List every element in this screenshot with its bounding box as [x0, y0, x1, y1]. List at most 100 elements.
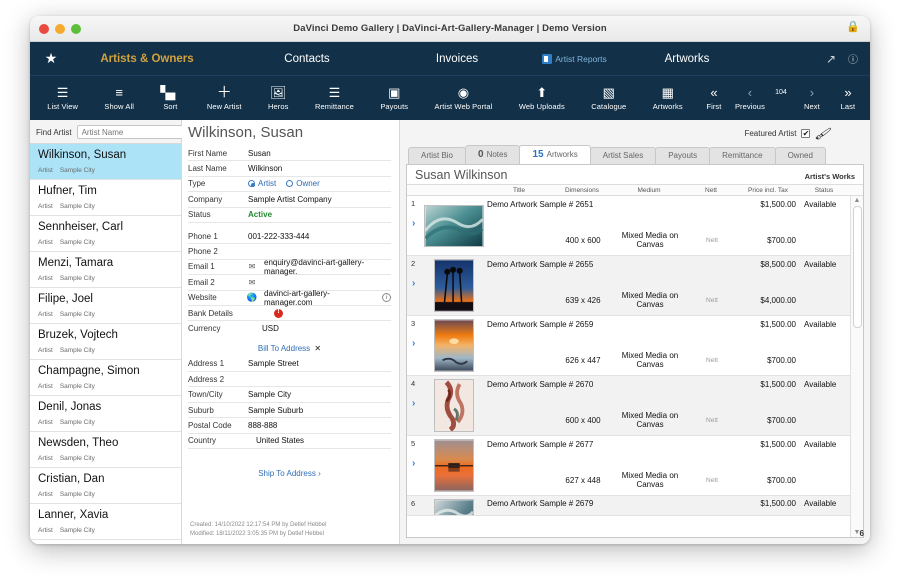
expand-row-chevron-icon[interactable]: › [412, 218, 415, 229]
close-icon[interactable]: ✕ [314, 344, 321, 353]
search-input[interactable] [77, 125, 197, 139]
toolbar-button-web-uploads[interactable]: ⬆ Web Uploads [506, 85, 578, 111]
list-item[interactable]: Lanner, Xavia Artist Sample City [30, 504, 181, 540]
nav-item-artist-reports[interactable]: Artist Reports [522, 54, 627, 64]
tab-payouts[interactable]: Payouts [655, 147, 710, 164]
info-icon[interactable]: i [382, 293, 391, 302]
field-status[interactable]: Status Active [188, 208, 391, 223]
toolbar-button-payouts[interactable]: ▣ Payouts [367, 85, 421, 111]
table-row[interactable]: 6 [407, 496, 850, 516]
list-item[interactable]: Denil, Jonas Artist Sample City [30, 396, 181, 432]
toolbar-label: Payouts [380, 102, 408, 111]
expand-row-chevron-icon[interactable]: › [412, 398, 415, 409]
field-town-city[interactable]: Town/City Sample City [188, 387, 391, 402]
artwork-thumbnail[interactable] [423, 196, 485, 255]
toolbar-button-new-artist[interactable]: ＋ New Artist [194, 85, 255, 111]
star-icon[interactable]: ★ [30, 50, 72, 67]
field-country[interactable]: Country United States [188, 434, 391, 449]
list-item[interactable]: Menzi, Tamara Artist Sample City [30, 252, 181, 288]
field-bank-details[interactable]: Bank Details [188, 306, 391, 321]
toolbar-button-list-view[interactable]: ☰ List View [34, 85, 91, 111]
envelope-icon[interactable]: ✉ [244, 278, 260, 287]
field-postal-code[interactable]: Postal Code 888-888 [188, 418, 391, 433]
list-item[interactable]: Wilkinson, Susan Artist Sample City [30, 144, 181, 180]
list-item[interactable]: Champagne, Simon Artist Sample City [30, 360, 181, 396]
expand-arrows-icon[interactable]: ↗ [826, 52, 836, 66]
artist-list[interactable]: Wilkinson, Susan Artist Sample City Hufn… [30, 143, 181, 544]
nav-item-invoices[interactable]: Invoices [392, 53, 522, 65]
field-suburb[interactable]: Suburb Sample Suburb [188, 403, 391, 418]
field-last-name[interactable]: Last Name Wilkinson [188, 161, 391, 176]
list-item[interactable]: Library, Mcgill [30, 540, 181, 544]
expand-row-chevron-icon[interactable]: › [412, 458, 415, 469]
panel-subtitle: Artist's Works [805, 172, 855, 181]
tab-owned[interactable]: Owned [775, 147, 826, 164]
artwork-thumbnail[interactable] [423, 316, 485, 375]
field-first-name[interactable]: First Name Susan [188, 146, 391, 161]
tab-notes[interactable]: 0 Notes [465, 145, 520, 164]
tab-artist-sales[interactable]: Artist Sales [590, 147, 656, 164]
table-row[interactable]: 4 › [407, 376, 850, 436]
field-address-1[interactable]: Address 1 Sample Street [188, 357, 391, 372]
nav-item-contacts[interactable]: Contacts [222, 53, 392, 65]
artist-role: Artist [38, 239, 53, 246]
tab-artworks[interactable]: 15 Artworks [519, 145, 590, 164]
field-company[interactable]: Company Sample Artist Company [188, 192, 391, 207]
field-label: Company [188, 195, 244, 204]
featured-artist-checkbox[interactable]: ✔ [801, 129, 810, 138]
radio-artist[interactable]: Artist [248, 179, 276, 188]
list-item[interactable]: Cristian, Dan Artist Sample City [30, 468, 181, 504]
list-item[interactable]: Sennheiser, Carl Artist Sample City [30, 216, 181, 252]
expand-row-chevron-icon[interactable]: › [412, 278, 415, 289]
table-row[interactable]: 2 › [407, 256, 850, 316]
nav-item-artworks[interactable]: Artworks [627, 53, 747, 65]
expand-row-chevron-icon[interactable]: › [412, 338, 415, 349]
artwork-thumbnail[interactable] [423, 436, 485, 495]
field-currency[interactable]: Currency USD [188, 321, 391, 336]
nav-item-artists-owners[interactable]: Artists & Owners [72, 53, 222, 65]
radio-owner[interactable]: Owner [286, 179, 320, 188]
vertical-scrollbar[interactable]: ▲ ▼ [850, 196, 863, 537]
field-email-1[interactable]: Email 1 ✉ enquiry@davinci-art-gallery-ma… [188, 260, 391, 275]
field-phone-1[interactable]: Phone 1 001-222-333-444 [188, 229, 391, 244]
table-row[interactable]: 3 › [407, 316, 850, 376]
list-item[interactable]: Hufner, Tim Artist Sample City [30, 180, 181, 216]
artwork-thumbnail[interactable] [423, 256, 485, 315]
ship-to-address-link[interactable]: Ship To Address › [188, 449, 391, 482]
field-type[interactable]: Type Artist Owner [188, 177, 391, 192]
pager-first-button[interactable]: « First [696, 85, 732, 111]
table-row[interactable]: 5 › [407, 436, 850, 496]
pager-previous-button[interactable]: ‹ Previous [732, 85, 768, 111]
toolbar-button-sort[interactable]: ▚▖ Sort [147, 85, 193, 111]
toolbar-button-catalogue[interactable]: ▧ Catalogue [578, 85, 640, 111]
field-address-2[interactable]: Address 2 [188, 372, 391, 387]
pager-last-button[interactable]: » Last [830, 85, 866, 111]
info-icon[interactable]: ⓘ [848, 51, 858, 66]
bill-to-address-link[interactable]: Bill To Address ✕ [188, 337, 391, 357]
table-row[interactable]: 1 › [407, 196, 850, 256]
artwork-thumbnail[interactable] [423, 496, 485, 515]
scrollbar-track[interactable] [851, 204, 864, 529]
toolbar-button-remittance[interactable]: ☰ Remittance [302, 85, 367, 111]
toolbar-button-artist-web-portal[interactable]: ◉ Artist Web Portal [421, 85, 505, 111]
pager-next-button[interactable]: › Next [794, 85, 830, 111]
list-item[interactable]: Newsden, Theo Artist Sample City [30, 432, 181, 468]
toolbar-button-show-all[interactable]: ≡ Show All [91, 85, 147, 111]
globe-icon[interactable]: 🌎 [244, 292, 260, 303]
envelope-icon[interactable]: ✉ [244, 262, 260, 271]
tab-remittance[interactable]: Remittance [709, 147, 775, 164]
tab-artist-bio[interactable]: Artist Bio [408, 147, 466, 164]
toolbar-button-artworks[interactable]: ▦ Artworks [640, 85, 696, 111]
type-radio-group[interactable]: Artist Owner [244, 179, 320, 188]
field-website[interactable]: Website 🌎 davinci-art-gallery-manager.co… [188, 291, 391, 306]
artist-role: Artist [38, 491, 53, 498]
artwork-image [424, 205, 484, 247]
scroll-up-arrow-icon[interactable]: ▲ [854, 197, 861, 204]
toolbar-button-heros[interactable]: 🖼 Heros [255, 85, 302, 111]
artwork-thumbnail[interactable] [423, 376, 485, 435]
list-item[interactable]: Filipe, Joel Artist Sample City [30, 288, 181, 324]
list-item[interactable]: Bruzek, Vojtech Artist Sample City [30, 324, 181, 360]
chevron-left-icon: ‹ [748, 85, 752, 99]
scrollbar-thumb[interactable] [853, 206, 862, 328]
nav-label: Artists & Owners [100, 53, 193, 65]
